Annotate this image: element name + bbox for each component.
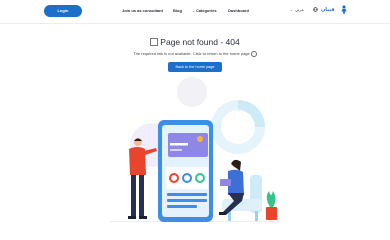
chair-leg [255, 211, 258, 221]
login-button[interactable]: Login [44, 5, 82, 17]
nav-categories[interactable]: ⌄Categories [192, 8, 217, 13]
back-home-button[interactable]: Back to the home page [168, 62, 222, 72]
background-circle-small [177, 77, 207, 107]
nav-dashboard[interactable]: Dashboard [228, 8, 249, 13]
woman-shoe [219, 212, 226, 215]
man-shoe [139, 216, 147, 219]
smile-icon [250, 50, 257, 57]
nav-categories-label: Categories [195, 8, 217, 13]
woman-laptop [220, 179, 231, 186]
language-label: عربي [294, 7, 304, 12]
globe-icon[interactable] [313, 7, 318, 12]
man-shirt [129, 147, 146, 175]
phone-list-line [167, 193, 207, 196]
phone-list-line [167, 199, 207, 202]
top-navbar: Login Join us as consultant Blog ⌄Catego… [0, 0, 390, 24]
phone-panel [166, 167, 208, 189]
chevron-down-icon: ⌄ [290, 8, 293, 12]
phone-card-line [170, 143, 188, 146]
phone-list-line [167, 205, 197, 208]
plant-pot [266, 207, 277, 220]
man-leg [139, 175, 144, 217]
page-title: Page not found - 404 [0, 37, 390, 47]
man-leg [131, 175, 136, 217]
background-donut-accent [237, 100, 265, 128]
not-found-illustration [110, 77, 280, 222]
page-title-text: Page not found - 404 [160, 37, 240, 47]
nav-blog[interactable]: Blog [173, 8, 182, 13]
plant-leaves [266, 191, 276, 207]
language-switcher[interactable]: ⌄ عربي [290, 7, 304, 12]
page-subtitle-text: The required link is not available. Clic… [133, 51, 250, 57]
phone-card-line [170, 149, 182, 151]
page-subtitle: The required link is not available. Clic… [0, 50, 390, 57]
nav-join-consultant[interactable]: Join us as consultant [122, 8, 163, 13]
man-shoe [128, 216, 136, 219]
logo-text: فنيان [321, 7, 335, 13]
logo-mark-icon [341, 5, 347, 15]
site-logo[interactable]: فنيان [321, 5, 347, 17]
chevron-down-icon: ⌄ [192, 9, 195, 13]
phone-card-chip [197, 136, 203, 142]
broken-image-icon [150, 37, 159, 46]
